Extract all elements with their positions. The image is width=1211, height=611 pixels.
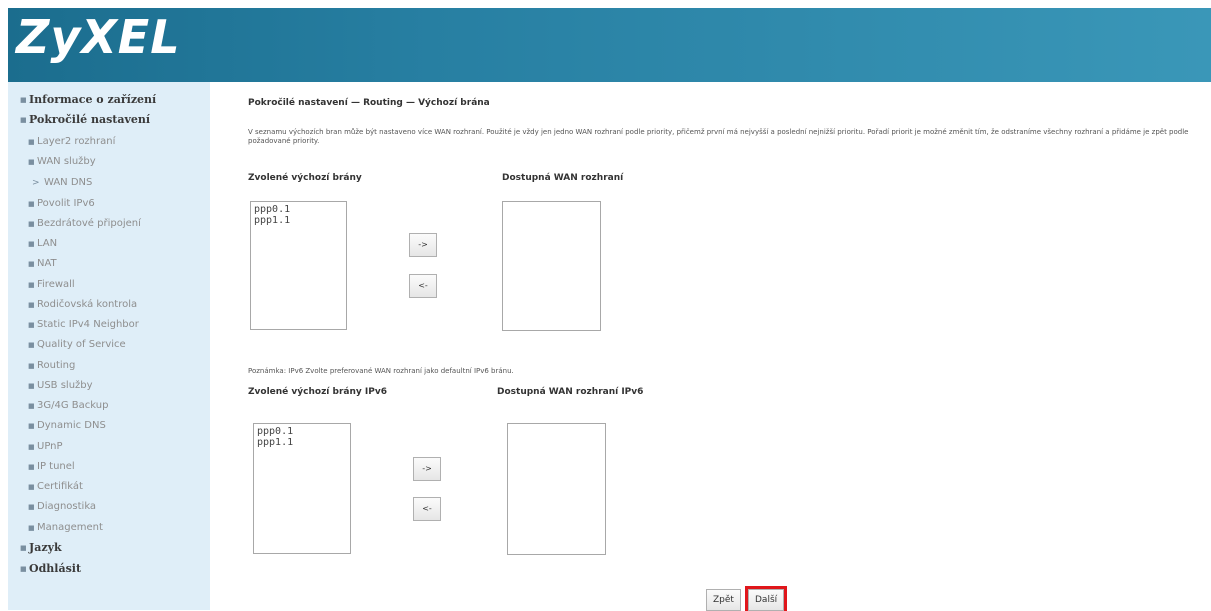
- bullet-icon: ■: [28, 158, 35, 166]
- bullet-icon: ■: [28, 220, 35, 228]
- sidebar-item-qos[interactable]: ■ Quality of Service: [28, 335, 126, 355]
- sidebar-item-static-ipv4[interactable]: ■ Static IPv4 Neighbor: [28, 315, 139, 335]
- sidebar-item-layer2[interactable]: ■ Layer2 rozhraní: [28, 132, 115, 152]
- list-item[interactable]: ppp0.1: [254, 204, 343, 215]
- bullet-icon: ■: [28, 301, 35, 309]
- sidebar-item-usb[interactable]: ■ USB služby: [28, 376, 93, 396]
- sidebar-item-firewall[interactable]: ■ Firewall: [28, 275, 75, 295]
- header-banner: ZyXEL: [8, 8, 1211, 82]
- sidebar-nav: ■ Informace o zařízení ■ Pokročilé nastave…: [8, 82, 210, 610]
- breadcrumb: Pokročilé nastavení — Routing — Výchozí …: [248, 98, 490, 108]
- sidebar-item-informace[interactable]: ■ Informace o zařízení: [20, 90, 156, 110]
- zyxel-logo: ZyXEL: [16, 10, 181, 64]
- sidebar-item-wan-dns[interactable]: > WAN DNS: [32, 173, 92, 193]
- page-description: V seznamu výchozích bran může být nastav…: [248, 128, 1189, 145]
- bullet-icon: ■: [28, 341, 35, 349]
- ipv6-selected-listbox[interactable]: ppp0.1 ppp1.1: [253, 423, 351, 554]
- sidebar-item-management[interactable]: ■ Management: [28, 518, 103, 538]
- ipv6-selected-label: Zvolené výchozí brány IPv6: [248, 387, 387, 397]
- ipv6-available-listbox[interactable]: [507, 423, 606, 555]
- sidebar-item-nat[interactable]: ■ NAT: [28, 254, 57, 274]
- bullet-icon: ■: [28, 321, 35, 329]
- sidebar-item-upnp[interactable]: ■ UPnP: [28, 437, 63, 457]
- ipv4-available-label: Dostupná WAN rozhraní: [502, 173, 624, 183]
- bullet-icon: ■: [28, 260, 35, 268]
- next-button[interactable]: Další: [744, 586, 788, 611]
- main-content: Pokročilé nastavení — Routing — Výchozí …: [210, 82, 1211, 611]
- chevron-right-icon: >: [32, 178, 40, 188]
- ipv4-add-button[interactable]: ->: [409, 233, 437, 257]
- bullet-icon: ■: [28, 483, 35, 491]
- bullet-icon: ■: [20, 564, 27, 573]
- bullet-icon: ■: [20, 115, 27, 124]
- bullet-icon: ■: [20, 95, 27, 104]
- sidebar-item-bezdratove[interactable]: ■ Bezdrátové připojení: [28, 214, 141, 234]
- bullet-icon: ■: [28, 443, 35, 451]
- sidebar-item-ddns[interactable]: ■ Dynamic DNS: [28, 416, 106, 436]
- bullet-icon: ■: [28, 382, 35, 390]
- ipv4-selected-label: Zvolené výchozí brány: [248, 173, 362, 183]
- bullet-icon: ■: [28, 240, 35, 248]
- ipv6-note: Poznámka: IPv6 Zvolte preferované WAN ro…: [248, 367, 514, 375]
- ipv6-remove-button[interactable]: <-: [413, 497, 441, 521]
- bullet-icon: ■: [28, 503, 35, 511]
- back-button[interactable]: Zpět: [706, 589, 741, 611]
- bullet-icon: ■: [28, 422, 35, 430]
- sidebar-item-ipv6[interactable]: ■ Povolit IPv6: [28, 194, 95, 214]
- sidebar-item-rodicovska[interactable]: ■ Rodičovská kontrola: [28, 295, 137, 315]
- sidebar-item-diagnostika[interactable]: ■ Diagnostika: [28, 497, 96, 517]
- sidebar-item-jazyk[interactable]: ■ Jazyk: [20, 538, 62, 558]
- ipv4-remove-button[interactable]: <-: [409, 274, 437, 298]
- bullet-icon: ■: [28, 281, 35, 289]
- ipv6-available-label: Dostupná WAN rozhraní IPv6: [497, 387, 644, 397]
- ipv4-available-listbox[interactable]: [502, 201, 601, 331]
- sidebar-item-wan-sluzby[interactable]: ■ WAN služby: [28, 152, 96, 172]
- sidebar-item-routing[interactable]: ■ Routing: [28, 356, 75, 376]
- sidebar-item-lan[interactable]: ■ LAN: [28, 234, 57, 254]
- list-item[interactable]: ppp0.1: [257, 426, 347, 437]
- bullet-icon: ■: [28, 200, 35, 208]
- sidebar-item-certifikat[interactable]: ■ Certifikát: [28, 477, 83, 497]
- sidebar-item-odhlasit[interactable]: ■ Odhlásit: [20, 559, 81, 579]
- sidebar-item-pokrocile[interactable]: ■ Pokročilé nastavení: [20, 110, 150, 130]
- bullet-icon: ■: [28, 402, 35, 410]
- bullet-icon: ■: [20, 543, 27, 552]
- bullet-icon: ■: [28, 362, 35, 370]
- ipv6-add-button[interactable]: ->: [413, 457, 441, 481]
- sidebar-item-ip-tunel[interactable]: ■ IP tunel: [28, 457, 75, 477]
- ipv4-selected-listbox[interactable]: ppp0.1 ppp1.1: [250, 201, 347, 330]
- bullet-icon: ■: [28, 524, 35, 532]
- list-item[interactable]: ppp1.1: [257, 437, 347, 448]
- list-item[interactable]: ppp1.1: [254, 215, 343, 226]
- bullet-icon: ■: [28, 463, 35, 471]
- bullet-icon: ■: [28, 138, 35, 146]
- sidebar-item-3g4g[interactable]: ■ 3G/4G Backup: [28, 396, 108, 416]
